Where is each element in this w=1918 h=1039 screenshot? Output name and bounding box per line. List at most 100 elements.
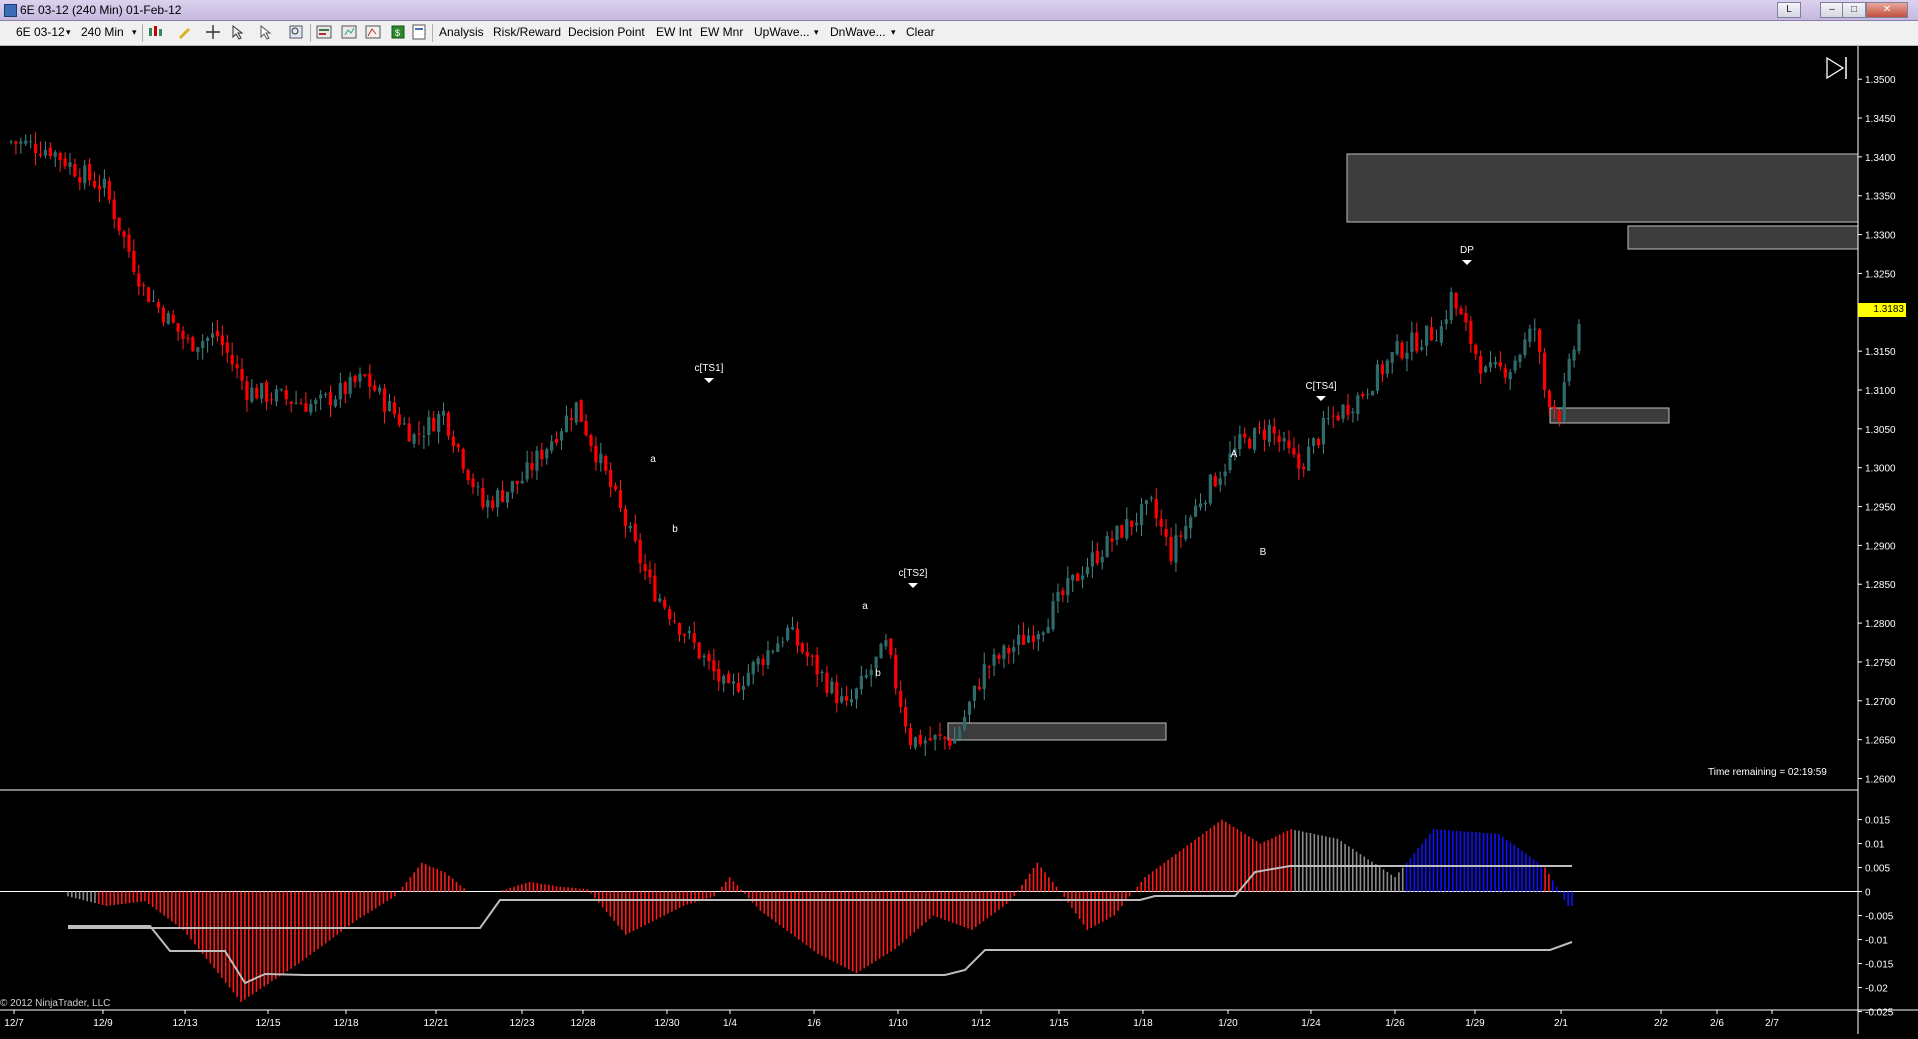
candle-body (176, 323, 180, 332)
candle-body (323, 393, 328, 395)
candle-body (29, 141, 33, 143)
menu-ew-mnr[interactable]: EW Mnr (700, 25, 743, 39)
last-price-marker: 1.3183 (1858, 303, 1906, 317)
candle-body (333, 399, 338, 407)
template-icon[interactable] (411, 24, 427, 40)
candle-body (1552, 406, 1557, 409)
menu-risk-reward[interactable]: Risk/Reward (493, 25, 561, 39)
candle-body (1484, 366, 1488, 373)
candle-body (156, 302, 161, 308)
candle-body (500, 490, 505, 502)
candle-body (1017, 634, 1021, 645)
candle-body (456, 444, 460, 448)
indicator-axis-label: 0.005 (1865, 864, 1890, 875)
candle-body (338, 383, 342, 400)
candle-body (476, 486, 480, 488)
date-axis-label: 1/4 (723, 1018, 737, 1029)
candle-body (943, 737, 947, 739)
candle-body (1194, 505, 1198, 517)
candle-body (294, 402, 298, 404)
candle-body (899, 690, 903, 708)
candle-body (191, 337, 195, 352)
date-axis-label: 12/23 (509, 1018, 534, 1029)
oscillator-panel[interactable] (0, 819, 1858, 1002)
candle-body (427, 417, 431, 436)
data-box-icon[interactable] (341, 24, 357, 40)
select-icon[interactable] (230, 24, 246, 40)
candle-body (1439, 326, 1443, 343)
candle-body (1493, 362, 1498, 365)
candle-body (820, 672, 824, 674)
candle-body (1012, 647, 1016, 652)
candle-body (574, 402, 578, 423)
candle-body (166, 313, 170, 324)
candle-body (1415, 332, 1419, 352)
candle-body (559, 431, 564, 441)
candle-body (1434, 340, 1439, 342)
candle-body (186, 337, 190, 339)
indicator-axis-label: -0.01 (1865, 936, 1888, 947)
candle-body (1287, 440, 1291, 449)
menu-upwave[interactable]: UpWave... (754, 25, 810, 39)
candle-body (579, 400, 583, 422)
maximize-button[interactable]: □ (1842, 2, 1866, 18)
menu-analysis[interactable]: Analysis (439, 25, 484, 39)
bar-type-icon[interactable] (147, 24, 163, 40)
menu-clear[interactable]: Clear (906, 25, 935, 39)
interval-selector[interactable]: 240 Min (81, 25, 124, 39)
candle-body (1547, 390, 1552, 408)
candle-body (245, 381, 249, 401)
pencil-icon[interactable] (176, 24, 192, 40)
menu-ew-int[interactable]: EW Int (656, 25, 692, 39)
price-chart[interactable]: c[TS1] a b c[TS2] a b A B C[TS4] DP 1.3500 1.3450 1… (0, 46, 1918, 1039)
app-icon (4, 4, 17, 17)
price-candles[interactable] (9, 132, 1581, 756)
candle-body (692, 633, 696, 643)
chevron-down-icon[interactable]: ▾ (814, 27, 819, 38)
crosshair-icon[interactable] (205, 24, 221, 40)
time-remaining: Time remaining = 02:19:59 (1708, 767, 1827, 778)
candle-body (569, 417, 573, 421)
candle-body (825, 672, 829, 694)
link-button[interactable]: L (1777, 2, 1801, 18)
zoom-icon[interactable] (288, 24, 304, 40)
candle-body (702, 655, 706, 658)
candle-body (555, 438, 559, 443)
candle-body (1213, 476, 1217, 487)
candle-body (73, 163, 77, 177)
chevron-down-icon[interactable]: ▾ (132, 27, 137, 38)
indicator-axis-label: -0.015 (1865, 960, 1894, 971)
candle-body (1252, 428, 1257, 450)
candle-body (1115, 525, 1119, 540)
candle-body (48, 147, 52, 157)
instrument-selector[interactable]: 6E 03-12 (16, 25, 65, 39)
candle-body (1026, 635, 1031, 643)
candle-body (1444, 319, 1448, 324)
candle-body (1203, 502, 1208, 505)
wave-label: B (1260, 547, 1267, 558)
menu-dnwave[interactable]: DnWave... (830, 25, 886, 39)
close-button[interactable]: ✕ (1866, 2, 1908, 18)
scroll-end-icon[interactable] (1826, 56, 1847, 80)
date-axis-label: 2/6 (1710, 1018, 1724, 1029)
candle-body (92, 180, 97, 188)
minimize-button[interactable]: – (1820, 2, 1844, 18)
strategy-icon[interactable]: $ (390, 24, 406, 40)
candle-body (751, 661, 755, 675)
candle-body (1257, 427, 1262, 429)
candle-body (1341, 404, 1345, 419)
menu-decision-point[interactable]: Decision Point (568, 25, 645, 39)
properties-icon[interactable] (316, 24, 332, 40)
cursor-icon[interactable] (258, 24, 274, 40)
chevron-down-icon[interactable]: ▾ (66, 27, 71, 38)
candle-body (1105, 536, 1109, 558)
chevron-down-icon[interactable]: ▾ (891, 27, 896, 38)
candle-body (88, 163, 92, 181)
candle-body (137, 273, 141, 287)
date-axis-label: 1/12 (971, 1018, 991, 1029)
candle-body (437, 414, 441, 432)
price-axis-label: 1.3450 (1865, 114, 1896, 125)
candle-body (378, 387, 382, 392)
chart-trader-icon[interactable] (365, 24, 381, 40)
separator (142, 24, 143, 42)
